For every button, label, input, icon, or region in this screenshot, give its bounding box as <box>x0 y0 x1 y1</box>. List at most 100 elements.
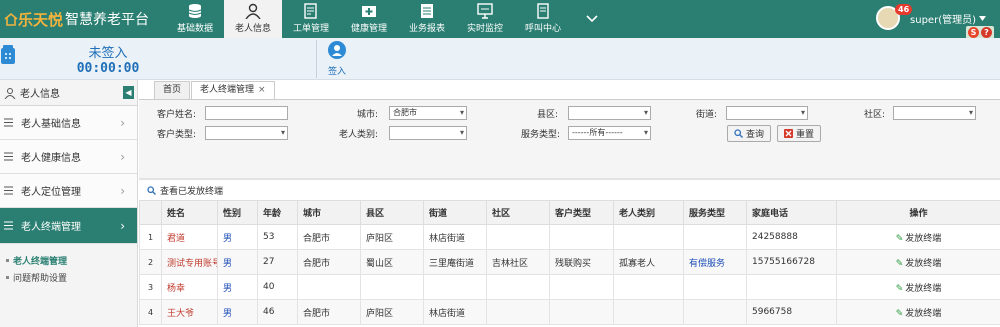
row-index: 1 <box>139 224 162 250</box>
elder-type-select[interactable] <box>389 126 467 140</box>
nav-monitor[interactable]: 实时监控 <box>456 0 514 38</box>
cell-name: 测试专用账号 <box>161 249 218 275</box>
tab-terminal[interactable]: 老人终端管理 × <box>191 81 275 99</box>
list-icon <box>4 221 13 230</box>
view-issued-terminals-link[interactable]: 查看已发放终端 <box>160 184 223 197</box>
sidebar-item-health[interactable]: 老人健康信息 › <box>0 140 137 174</box>
call-timer: 00:00:00 <box>76 61 140 76</box>
column-header[interactable]: 县区 <box>360 200 424 225</box>
column-header[interactable]: 街道 <box>423 200 487 225</box>
tab-label: 老人终端管理 <box>200 85 255 95</box>
sidebar-item-label: 老人健康信息 <box>21 153 81 164</box>
nav-more-button[interactable] <box>572 0 612 38</box>
phone-icon[interactable] <box>0 44 16 66</box>
close-icon[interactable]: × <box>258 85 266 95</box>
column-header[interactable]: 社区 <box>486 200 550 225</box>
customer-type-select[interactable] <box>205 126 288 140</box>
cell-gender: 男 <box>217 224 258 250</box>
nav-health[interactable]: 健康管理 <box>340 0 398 38</box>
close-red-icon <box>784 129 793 138</box>
cell-age: 27 <box>257 249 298 275</box>
table-row[interactable]: 4 王大爷 男 46 合肥市 庐阳区 林店街道 5966758 ✎ 发放终端 <box>139 299 1000 325</box>
issue-terminal-link[interactable]: 发放终端 <box>905 259 941 269</box>
nav-label: 业务报表 <box>408 24 445 34</box>
issue-terminal-link[interactable]: 发放终端 <box>905 309 941 319</box>
table-row[interactable]: 2 测试专用账号 男 27 合肥市 蜀山区 三里庵街道 吉林社区 残联购买 孤寡… <box>139 249 1000 275</box>
sidebar-subitem-terminal[interactable]: 老人终端管理 <box>0 252 137 269</box>
reset-button[interactable]: 重置 <box>777 125 822 142</box>
terminal-table: 姓名 性别 年龄 城市 县区 街道 社区 客户类型 老人类别 服务类型 家庭电话… <box>139 200 1000 325</box>
sidebar-header: 老人信息 ◀ <box>0 80 137 106</box>
filter-label: 服务类型: <box>521 130 561 140</box>
pencil-icon: ✎ <box>895 308 904 319</box>
signin-button[interactable]: 签入 <box>326 40 348 77</box>
call-center-icon <box>537 3 549 19</box>
cell-customer-type <box>549 224 614 250</box>
chevron-right-icon: › <box>120 183 125 198</box>
nav-label: 基础数据 <box>176 24 213 34</box>
cell-county: 庐阳区 <box>360 224 424 250</box>
issue-terminal-link[interactable]: 发放终端 <box>905 284 941 294</box>
county-select[interactable] <box>568 106 651 120</box>
column-header[interactable]: 年龄 <box>257 200 298 225</box>
nav-call-center[interactable]: 呼叫中心 <box>514 0 572 38</box>
sidebar-item-basic[interactable]: 老人基础信息 › <box>0 106 137 140</box>
sidebar-collapse-button[interactable]: ◀ <box>123 86 134 99</box>
user-name[interactable]: super(管理员) <box>910 11 976 26</box>
filter-label: 城市: <box>357 110 379 120</box>
nav-label: 健康管理 <box>350 24 387 34</box>
service-type-select[interactable]: ------所有------ <box>568 126 651 140</box>
cell-phone: 15755166728 <box>746 249 837 275</box>
nav-work-order[interactable]: 工单管理 <box>282 0 340 38</box>
cell-street <box>423 274 487 300</box>
table-row[interactable]: 1 君道 男 53 合肥市 庐阳区 林店街道 24258888 ✎ 发放终端 <box>139 224 1000 250</box>
sidebar: 老人信息 ◀ 老人基础信息 › 老人健康信息 › 老人定位管理 › 老人终端管理… <box>0 80 138 327</box>
health-icon <box>362 6 376 17</box>
community-select[interactable] <box>893 106 976 120</box>
column-header[interactable]: 性别 <box>217 200 258 225</box>
tab-strip: 首页 老人终端管理 × <box>154 81 276 99</box>
cell-street: 三里庵街道 <box>423 249 487 275</box>
row-index: 4 <box>139 299 162 325</box>
list-icon <box>4 118 13 127</box>
sidebar-item-terminal[interactable]: 老人终端管理 › <box>0 208 137 244</box>
street-select[interactable] <box>726 106 808 120</box>
nav-report[interactable]: 业务报表 <box>398 0 456 38</box>
table-row[interactable]: 3 杨幸 男 40 ✎ 发放终端 <box>139 274 1000 300</box>
call-status-text: 未签入 <box>88 46 128 61</box>
call-bar: 未签入 00:00:00 签入 <box>0 38 1000 80</box>
top-navbar: 乐天悦 智慧养老平台 基础数据 老人信息 工单管理 健康管理 业务报表 实时监控 <box>0 0 1000 39</box>
cell-county <box>360 274 424 300</box>
cell-action: ✎ 发放终端 <box>836 224 1000 250</box>
avatar[interactable]: 46 <box>876 4 913 30</box>
reset-button-label: 重置 <box>796 130 815 140</box>
column-header[interactable]: 服务类型 <box>683 200 747 225</box>
search-button[interactable]: 查询 <box>727 125 772 142</box>
column-header[interactable]: 家庭电话 <box>746 200 837 225</box>
issue-terminal-link[interactable]: 发放终端 <box>905 234 941 244</box>
column-header[interactable]: 城市 <box>297 200 361 225</box>
bullet-icon <box>6 276 9 279</box>
nav-elder-info[interactable]: 老人信息 <box>224 0 282 38</box>
service-type-value: ------所有------ <box>572 128 623 137</box>
nav-basic-data[interactable]: 基础数据 <box>166 0 224 38</box>
report-icon <box>421 4 433 18</box>
column-header[interactable]: 姓名 <box>161 200 218 225</box>
nav-label: 实时监控 <box>466 24 503 34</box>
column-header[interactable]: 客户类型 <box>549 200 614 225</box>
s-app-icon[interactable]: S <box>968 27 979 38</box>
row-index: 3 <box>139 274 162 300</box>
help-icon[interactable]: ? <box>981 27 992 38</box>
cell-street: 林店街道 <box>423 299 487 325</box>
cell-action: ✎ 发放终端 <box>836 274 1000 300</box>
tab-home[interactable]: 首页 <box>154 81 191 99</box>
sidebar-item-location[interactable]: 老人定位管理 › <box>0 174 137 208</box>
column-header[interactable]: 老人类别 <box>613 200 684 225</box>
brand: 乐天悦 智慧养老平台 <box>4 8 149 30</box>
cell-service-type <box>683 274 747 300</box>
city-select[interactable]: 合肥市 <box>389 106 467 120</box>
column-header[interactable]: 操作 <box>836 200 1000 225</box>
chevron-right-icon: › <box>120 218 125 233</box>
sidebar-subitem-help[interactable]: 问题帮助设置 <box>0 269 137 286</box>
name-input[interactable] <box>205 106 288 120</box>
